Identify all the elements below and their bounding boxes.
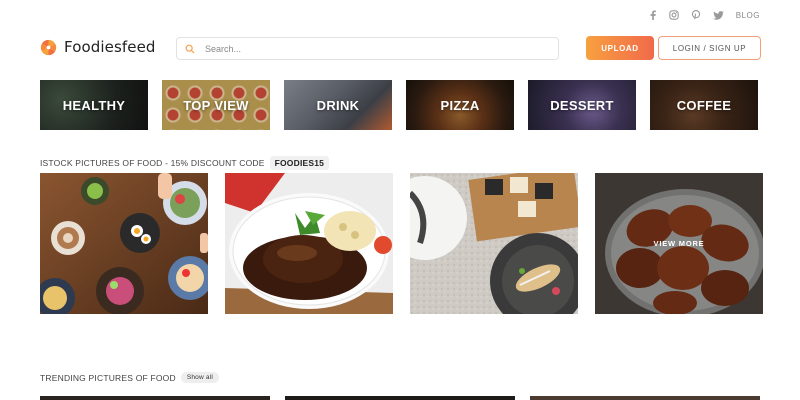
- search-input[interactable]: [205, 43, 545, 54]
- trending-photo[interactable]: [530, 396, 760, 400]
- search-icon: [185, 44, 195, 53]
- food-image: [40, 173, 208, 314]
- category-label: DRINK: [316, 97, 360, 113]
- instagram-icon[interactable]: [669, 10, 679, 20]
- pinterest-icon[interactable]: [691, 10, 701, 20]
- login-signup-button[interactable]: LOGIN / SIGN UP: [658, 36, 761, 60]
- category-label: COFFEE: [676, 97, 732, 113]
- category-dessert[interactable]: DESSERT: [528, 80, 636, 130]
- food-image: [410, 173, 578, 314]
- category-label: DESSERT: [550, 97, 614, 113]
- trending-photo[interactable]: [40, 396, 270, 400]
- photo-table-spread[interactable]: [40, 173, 208, 314]
- logo[interactable]: Foodiesfeed: [40, 38, 156, 56]
- istock-heading: ISTOCK PICTURES OF FOOD - 15% DISCOUNT C…: [40, 158, 265, 168]
- category-healthy[interactable]: HEALTHY: [40, 80, 148, 130]
- category-label: PIZZA: [440, 97, 480, 113]
- logo-text: Foodiesfeed: [64, 38, 156, 56]
- category-drink[interactable]: DRINK: [284, 80, 392, 130]
- upload-button[interactable]: UPLOAD: [586, 36, 654, 60]
- category-label: TOP VIEW: [183, 97, 249, 113]
- discount-code-badge: FOODIES15: [269, 156, 330, 170]
- photo-chicken-wings[interactable]: VIEW MORE: [595, 173, 763, 314]
- istock-section-header: ISTOCK PICTURES OF FOOD - 15% DISCOUNT C…: [40, 156, 330, 170]
- category-list: HEALTHY TOP VIEW DRINK PIZZA DESSERT COF…: [40, 80, 758, 130]
- show-all-button[interactable]: Show all: [180, 372, 219, 383]
- view-more-overlay[interactable]: VIEW MORE: [595, 173, 763, 314]
- trending-photo[interactable]: [285, 396, 515, 400]
- twitter-icon[interactable]: [712, 10, 724, 20]
- photo-plated-dishes[interactable]: [410, 173, 578, 314]
- logo-icon: [40, 39, 57, 55]
- trending-section-header: TRENDING PICTURES OF FOOD Show all: [40, 372, 219, 383]
- istock-photo-grid: VIEW MORE: [40, 173, 763, 314]
- trending-heading: TRENDING PICTURES OF FOOD: [40, 372, 176, 383]
- facebook-icon[interactable]: [649, 10, 657, 20]
- category-pizza[interactable]: PIZZA: [406, 80, 514, 130]
- category-top-view[interactable]: TOP VIEW: [162, 80, 270, 130]
- photo-hamburg-steak[interactable]: [225, 173, 393, 314]
- social-links: BLOG: [649, 10, 760, 20]
- food-image: [225, 173, 393, 314]
- blog-link[interactable]: BLOG: [736, 11, 760, 20]
- category-label: HEALTHY: [62, 97, 126, 113]
- search-bar[interactable]: [176, 37, 559, 60]
- category-coffee[interactable]: COFFEE: [650, 80, 758, 130]
